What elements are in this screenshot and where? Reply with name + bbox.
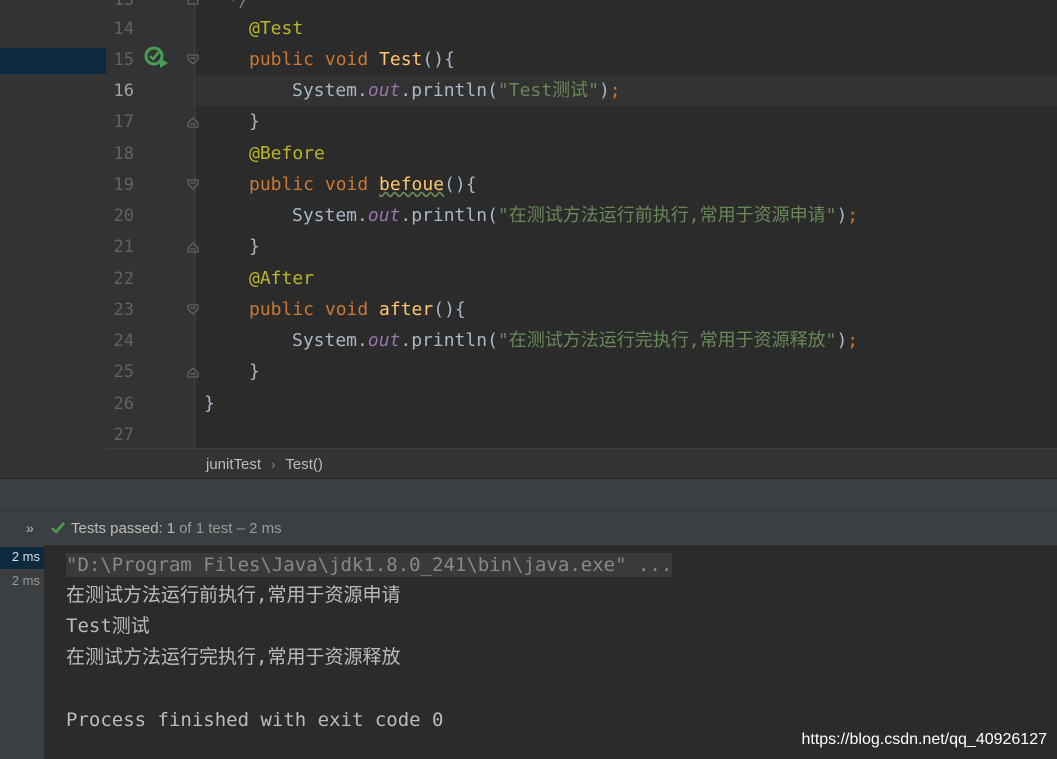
- brace: }: [249, 361, 260, 382]
- code-text: System.: [292, 205, 368, 226]
- selected-row: [0, 48, 106, 74]
- code-line-18[interactable]: @Before: [249, 143, 325, 165]
- code-line-16[interactable]: System.out.println("Test测试");: [292, 80, 621, 102]
- console-output-line: 在测试方法运行完执行,常用于资源释放: [66, 646, 401, 668]
- field: out: [367, 330, 401, 351]
- code-editor[interactable]: 13 14 15 16 17 18 19 20 21 22 23 24 25 2…: [0, 0, 1057, 448]
- code-line-21[interactable]: }: [249, 236, 260, 258]
- brace: }: [249, 236, 260, 257]
- annotation: @Before: [249, 143, 325, 164]
- line-number: 21: [113, 237, 134, 257]
- watermark: https://blog.csdn.net/qq_40926127: [801, 731, 1047, 748]
- project-panel-strip: [0, 0, 106, 448]
- method-name: befoue: [379, 174, 445, 195]
- test-tree-panel[interactable]: 2 ms 2 ms: [0, 545, 44, 759]
- chevron-right-icon: ›: [271, 456, 276, 472]
- code-line-26[interactable]: }: [204, 393, 215, 415]
- line-number: 17: [113, 112, 134, 132]
- code-line-17[interactable]: }: [249, 111, 260, 133]
- code-line-19[interactable]: public void befoue(){: [249, 174, 477, 196]
- fold-end-icon[interactable]: [186, 0, 200, 8]
- code-line-22[interactable]: @After: [249, 268, 314, 290]
- string-literal: "Test测试": [497, 80, 599, 101]
- fold-end-icon[interactable]: [186, 365, 200, 379]
- console-exit-line: Process finished with exit code 0: [66, 709, 444, 731]
- fold-end-icon[interactable]: [186, 240, 200, 254]
- brace: }: [204, 393, 215, 414]
- run-test-icon[interactable]: [144, 46, 170, 70]
- semicolon: ;: [847, 205, 859, 226]
- fold-end-icon[interactable]: [186, 115, 200, 129]
- code-punct: ): [836, 330, 848, 351]
- code-text: .println(: [400, 330, 498, 351]
- console-output-line: 在测试方法运行前执行,常用于资源申请: [66, 584, 401, 606]
- breadcrumb-method[interactable]: Test(): [285, 456, 323, 473]
- code-line-15[interactable]: public void Test(){: [249, 49, 455, 71]
- method-name: after: [379, 299, 434, 320]
- code-punct: (){: [444, 174, 477, 195]
- fold-start-icon[interactable]: [186, 303, 200, 317]
- indent-guide: [194, 0, 195, 448]
- line-number: 18: [113, 144, 134, 164]
- line-number: 25: [113, 362, 134, 382]
- semicolon: ;: [609, 80, 621, 101]
- line-number: 26: [113, 394, 134, 414]
- line-number-13: 13: [113, 0, 134, 10]
- keyword: public void: [249, 299, 380, 320]
- field: out: [367, 80, 401, 101]
- string-literal: "在测试方法运行完执行,常用于资源释放": [497, 330, 837, 351]
- tests-total-duration: of 1 test – 2 ms: [179, 519, 282, 537]
- code-line-20[interactable]: System.out.println("在测试方法运行前执行,常用于资源申请")…: [292, 205, 858, 227]
- line-number: 19: [113, 175, 134, 195]
- code-line-14[interactable]: @Test: [249, 18, 303, 40]
- code-line-comment-end: */: [206, 0, 250, 11]
- test-duration[interactable]: 2 ms: [12, 573, 40, 588]
- annotation: @After: [249, 268, 315, 289]
- tool-window-header: [0, 478, 1057, 511]
- method-name: Test: [379, 49, 423, 70]
- code-punct: ): [598, 80, 610, 101]
- code-text: .println(: [400, 205, 498, 226]
- tests-passed-count: 1: [166, 519, 176, 537]
- tests-passed-label: Tests passed:: [71, 519, 163, 537]
- line-number: 15: [113, 50, 134, 70]
- current-line-number: 16: [113, 81, 134, 101]
- test-duration[interactable]: 2 ms: [12, 549, 40, 564]
- line-number: 22: [113, 269, 134, 289]
- code-punct: (){: [422, 49, 455, 70]
- breadcrumb-spacer: [0, 448, 106, 478]
- brace: }: [249, 111, 260, 132]
- console-output[interactable]: "D:\Program Files\Java\jdk1.8.0_241\bin\…: [44, 545, 1057, 759]
- code-text: .println(: [400, 80, 498, 101]
- code-line-24[interactable]: System.out.println("在测试方法运行完执行,常用于资源释放")…: [292, 330, 858, 352]
- code-punct: (){: [433, 299, 466, 320]
- line-number: 27: [113, 425, 134, 445]
- code-text: System.: [292, 330, 368, 351]
- fold-start-icon[interactable]: [186, 53, 200, 67]
- line-number: 23: [113, 300, 134, 320]
- code-punct: ): [836, 205, 848, 226]
- code-line-23[interactable]: public void after(){: [249, 299, 466, 321]
- keyword: public void: [249, 49, 380, 70]
- test-status-bar: » Tests passed: 1 of 1 test – 2 ms: [0, 510, 1057, 546]
- line-number: 14: [113, 19, 134, 39]
- line-number: 20: [113, 206, 134, 226]
- console-command-line: "D:\Program Files\Java\jdk1.8.0_241\bin\…: [66, 553, 673, 577]
- annotation: @Test: [249, 18, 304, 39]
- double-chevron-icon[interactable]: »: [26, 520, 40, 536]
- code-line-25[interactable]: }: [249, 361, 260, 383]
- field: out: [367, 205, 401, 226]
- string-literal: "在测试方法运行前执行,常用于资源申请": [497, 205, 837, 226]
- fold-start-icon[interactable]: [186, 178, 200, 192]
- code-text: System.: [292, 80, 368, 101]
- breadcrumb: junitTest › Test(): [106, 448, 1057, 479]
- line-number: 24: [113, 331, 134, 351]
- console-output-line: Test测试: [66, 615, 150, 637]
- keyword: public void: [249, 174, 380, 195]
- semicolon: ;: [847, 330, 859, 351]
- breadcrumb-class[interactable]: junitTest: [206, 456, 261, 473]
- check-icon: [51, 522, 65, 534]
